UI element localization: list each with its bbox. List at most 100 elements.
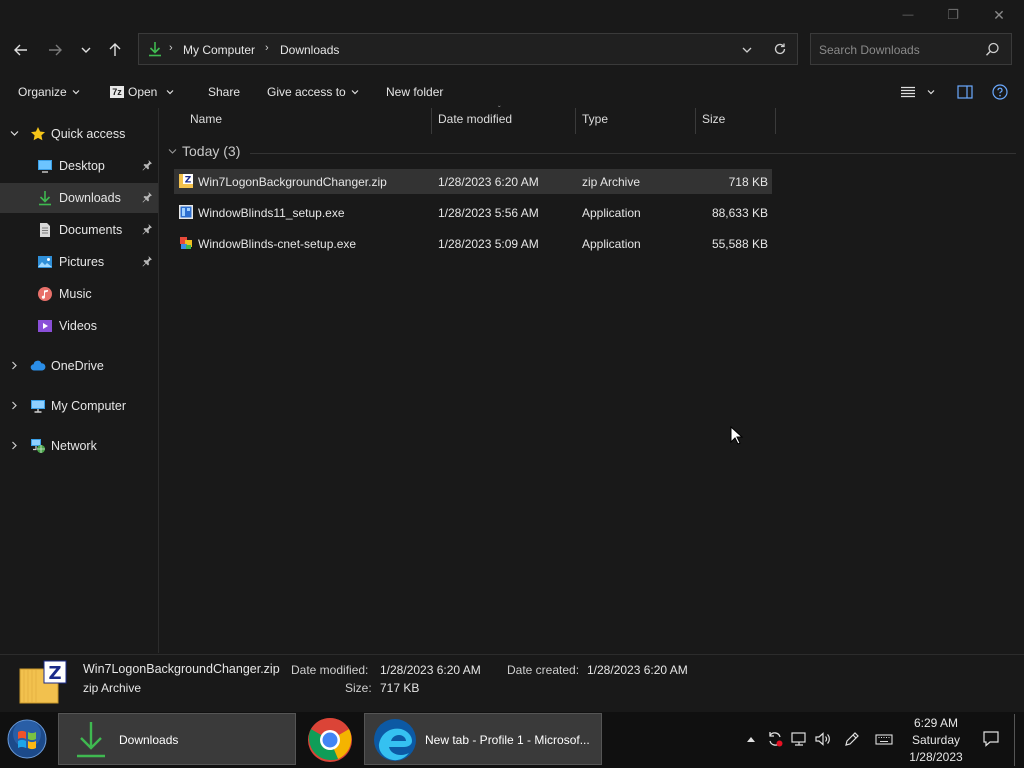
- column-header-name[interactable]: Name: [190, 112, 222, 134]
- start-button[interactable]: [6, 718, 48, 760]
- address-history-dropdown[interactable]: [741, 44, 753, 56]
- windows-orb-icon: [7, 719, 47, 759]
- show-hidden-icons-button[interactable]: [742, 730, 760, 748]
- refresh-button[interactable]: [773, 42, 787, 56]
- breadcrumb-chevron-icon: ›: [265, 42, 269, 54]
- svg-text:Z: Z: [185, 176, 192, 186]
- picture-icon: [37, 254, 53, 270]
- back-button[interactable]: [8, 36, 34, 64]
- column-divider[interactable]: [695, 108, 696, 134]
- taskbar-explorer-label: Downloads: [119, 733, 179, 747]
- pin-icon: [141, 159, 153, 171]
- nav-music[interactable]: Music: [0, 279, 158, 309]
- column-header-date-modified[interactable]: Date modified: [438, 112, 512, 134]
- chevron-right-icon[interactable]: [9, 440, 20, 451]
- breadcrumb-my-computer[interactable]: My Computer: [183, 43, 255, 57]
- nav-quick-access[interactable]: Quick access: [0, 119, 158, 149]
- group-divider: [250, 153, 1016, 154]
- open-button[interactable]: 7z Open: [110, 85, 175, 99]
- organize-button[interactable]: Organize: [18, 85, 81, 99]
- file-row[interactable]: WindowBlinds-cnet-setup.exe 1/28/2023 5:…: [174, 231, 772, 256]
- forward-button[interactable]: [42, 36, 68, 64]
- download-icon: [37, 190, 53, 206]
- details-date-modified-label: Date modified:: [291, 663, 369, 677]
- details-pane: Z Win7LogonBackgroundChanger.zip zip Arc…: [0, 654, 1024, 713]
- notification-icon: [983, 731, 999, 747]
- pin-icon: [141, 191, 153, 203]
- nav-onedrive-label: OneDrive: [51, 359, 104, 373]
- give-access-button[interactable]: Give access to: [267, 85, 360, 99]
- arrow-left-icon: [14, 44, 27, 56]
- column-divider[interactable]: [575, 108, 576, 134]
- nav-documents[interactable]: Documents: [0, 215, 158, 245]
- address-bar[interactable]: › My Computer › Downloads: [138, 33, 798, 65]
- file-date-modified: 1/28/2023 5:56 AM: [438, 206, 539, 220]
- taskbar-edge-button[interactable]: New tab - Profile 1 - Microsof...: [364, 713, 602, 765]
- nav-network[interactable]: Network: [0, 431, 158, 461]
- nav-pictures[interactable]: Pictures: [0, 247, 158, 277]
- column-divider[interactable]: [775, 108, 776, 134]
- cloud-icon: [30, 358, 46, 374]
- column-header-size[interactable]: Size: [702, 112, 725, 134]
- nav-network-label: Network: [51, 439, 97, 453]
- chevron-right-icon[interactable]: [9, 360, 20, 371]
- action-center-button[interactable]: [982, 730, 1000, 748]
- restore-button[interactable]: ❐: [930, 0, 976, 30]
- file-name: WindowBlinds11_setup.exe: [198, 206, 345, 220]
- show-desktop-button[interactable]: [1014, 714, 1021, 766]
- volume-icon[interactable]: [814, 730, 832, 748]
- chrome-icon: [308, 718, 352, 762]
- keyboard-icon[interactable]: [875, 730, 893, 748]
- details-date-modified-value: 1/28/2023 6:20 AM: [380, 663, 481, 677]
- details-size-value: 717 KB: [380, 681, 420, 695]
- nav-downloads[interactable]: Downloads: [0, 183, 158, 213]
- details-date-created-label: Date created:: [507, 663, 580, 677]
- nav-my-computer[interactable]: My Computer: [0, 391, 158, 421]
- change-view-button[interactable]: [900, 86, 936, 98]
- help-button[interactable]: [992, 84, 1008, 100]
- up-button[interactable]: [102, 36, 128, 64]
- sync-status-icon[interactable]: [766, 730, 784, 748]
- nav-desktop[interactable]: Desktop: [0, 151, 158, 181]
- chevron-right-icon[interactable]: [9, 400, 20, 411]
- share-button[interactable]: Share: [208, 85, 240, 99]
- column-divider[interactable]: [431, 108, 432, 134]
- star-icon: [30, 126, 46, 142]
- pin-icon: [141, 223, 153, 235]
- file-type: zip Archive: [582, 175, 641, 189]
- minimize-icon: —: [902, 9, 914, 21]
- zip-app-icon: 7z: [110, 86, 124, 98]
- taskbar-edge-label: New tab - Profile 1 - Microsof...: [425, 733, 590, 747]
- arrow-up-icon: [109, 43, 121, 56]
- preview-pane-button[interactable]: [957, 85, 973, 99]
- breadcrumb-downloads[interactable]: Downloads: [280, 43, 339, 57]
- close-button[interactable]: ✕: [976, 0, 1022, 30]
- file-row[interactable]: WindowBlinds11_setup.exe 1/28/2023 5:56 …: [174, 200, 772, 225]
- group-header-today[interactable]: Today (3): [167, 143, 240, 159]
- network-status-icon[interactable]: [790, 730, 808, 748]
- clock[interactable]: 6:29 AM Saturday 1/28/2023: [900, 714, 972, 766]
- nav-videos[interactable]: Videos: [0, 311, 158, 341]
- file-row[interactable]: Z Win7LogonBackgroundChanger.zip 1/28/20…: [174, 169, 772, 194]
- taskbar-chrome-button[interactable]: [306, 716, 354, 764]
- pin-icon: [141, 255, 153, 267]
- details-date-created-value: 1/28/2023 6:20 AM: [587, 663, 688, 677]
- open-label: Open: [128, 85, 158, 99]
- installer-icon: [178, 204, 194, 220]
- group-header-label: Today (3): [182, 143, 241, 159]
- column-header-type[interactable]: Type: [582, 112, 608, 134]
- chevron-down-icon: [351, 90, 359, 95]
- help-icon: [992, 84, 1008, 100]
- taskbar: Downloads New tab - Profile 1 - Microsof…: [0, 712, 1024, 768]
- download-icon: [147, 41, 163, 57]
- share-label: Share: [208, 85, 241, 99]
- chevron-down-icon[interactable]: [9, 128, 20, 139]
- details-file-name: Win7LogonBackgroundChanger.zip: [83, 662, 280, 676]
- minimize-button[interactable]: —: [885, 0, 931, 30]
- new-folder-button[interactable]: New folder: [386, 85, 443, 99]
- search-input[interactable]: Search Downloads: [810, 33, 1012, 65]
- recent-locations-button[interactable]: [74, 36, 98, 64]
- taskbar-explorer-button[interactable]: Downloads: [58, 713, 296, 765]
- nav-onedrive[interactable]: OneDrive: [0, 351, 158, 381]
- pen-icon[interactable]: [843, 730, 861, 748]
